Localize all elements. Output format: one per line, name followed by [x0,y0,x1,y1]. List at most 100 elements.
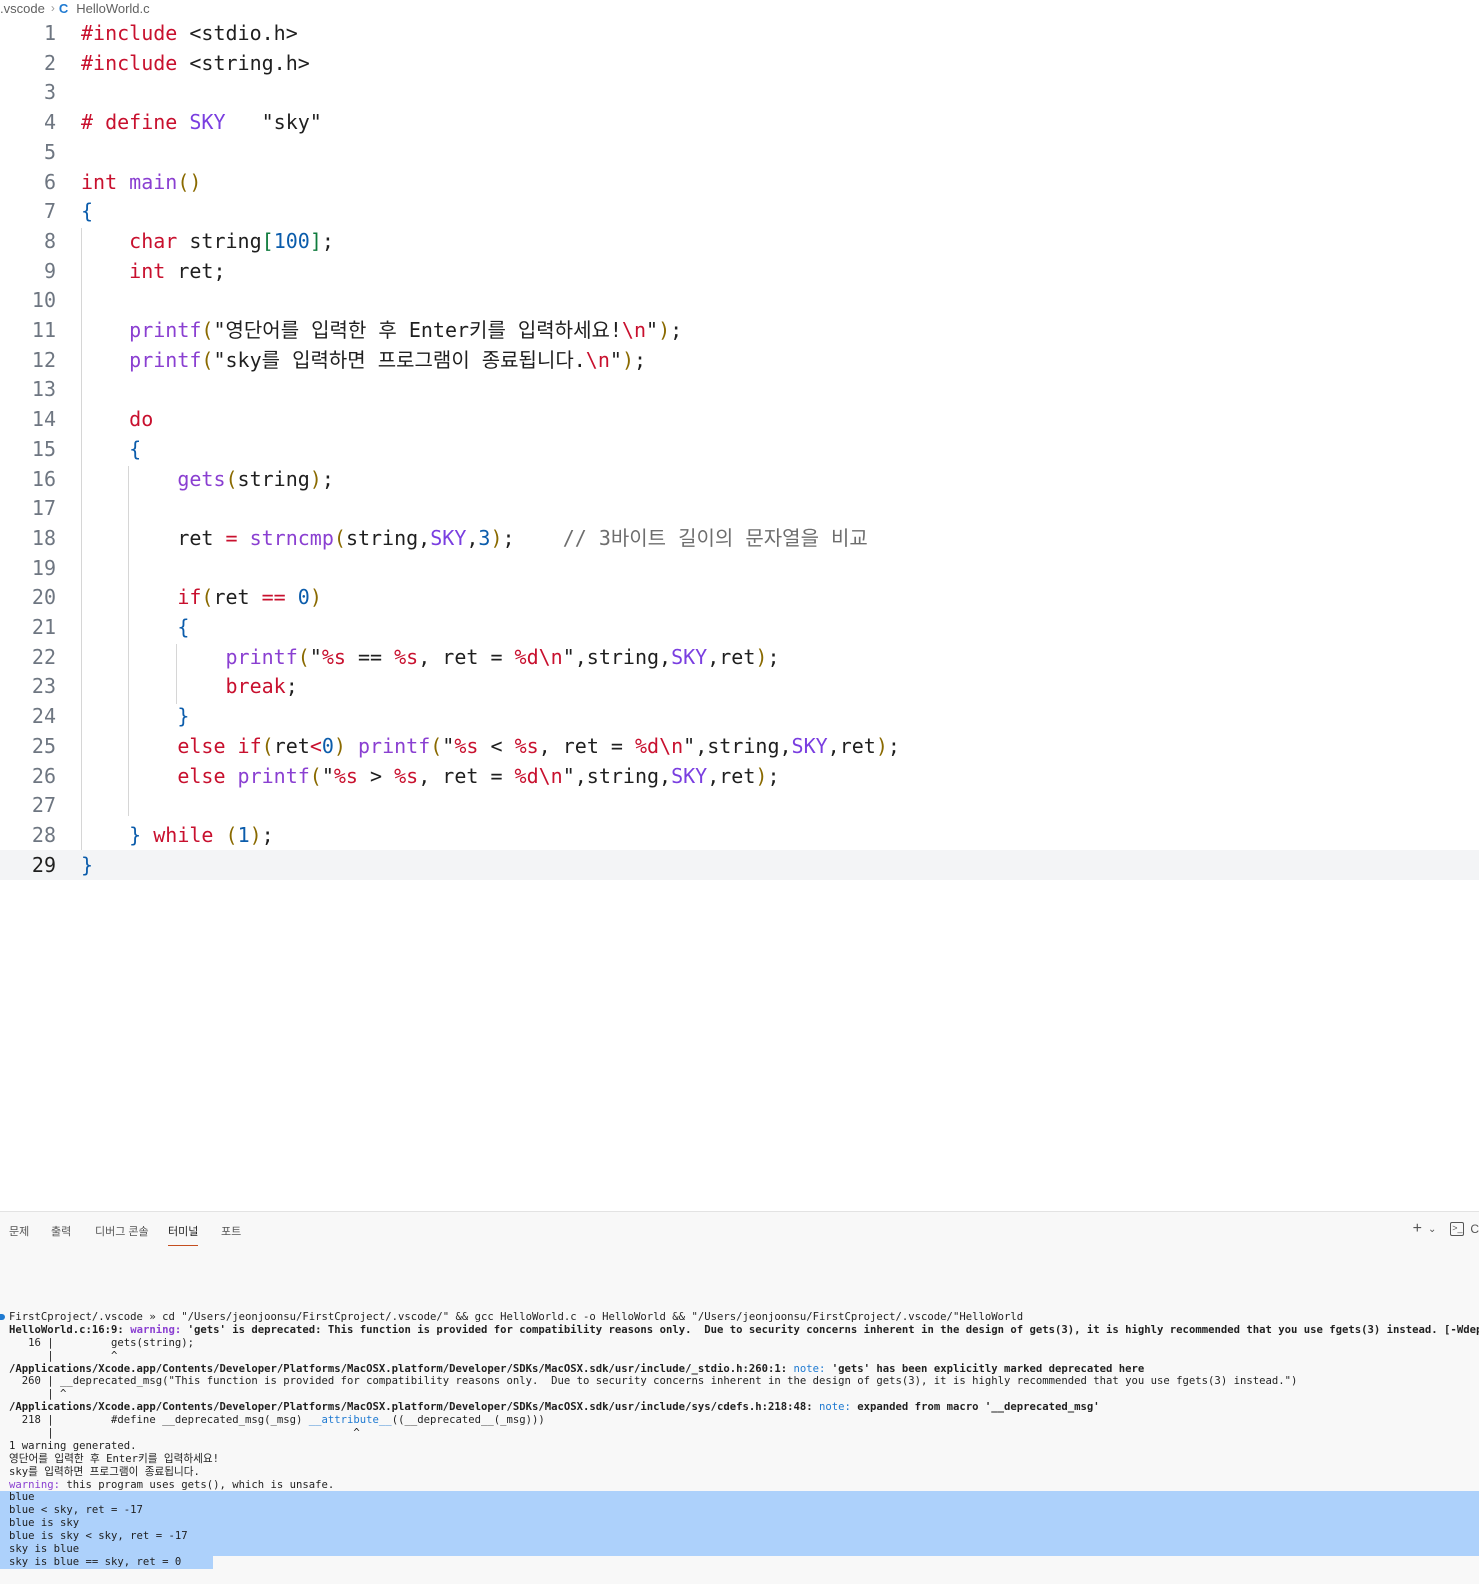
code-text: printf("%s == %s, ret = %d\n",string,SKY… [225,644,780,669]
line-number: 2 [43,50,56,75]
line-number: 26 [31,763,56,788]
terminal-line: /Applications/Xcode.app/Contents/Develop… [9,1362,1145,1375]
terminal-line: sky is blue == sky, ret = 0 [0,1555,1479,1569]
code-line[interactable]: 5 [0,137,1479,167]
code-text: { [177,615,190,639]
code-line[interactable]: 22 printf("%s == %s, ret = %d\n",string,… [0,642,1479,672]
line-number: 12 [31,347,56,372]
code-line[interactable]: 25 else if(ret<0) printf("%s < %s, ret =… [0,731,1479,761]
chevron-right-icon: › [50,1,55,15]
code-line[interactable]: 16 gets(string); [0,464,1479,494]
tab-debug-console[interactable]: 디버그 콘솔 [95,1223,149,1239]
code-text: #include <string.h> [81,50,310,75]
code-line[interactable]: 19 [0,553,1479,583]
code-line[interactable]: 29} [0,849,1479,880]
code-text: printf("영단어를 입력한 후 Enter키를 입력하세요!\n"); [129,318,683,342]
code-line[interactable]: 2 #include <string.h> [0,48,1479,78]
tab-problems[interactable]: 문제 [9,1223,29,1239]
tab-output[interactable]: 출력 [51,1223,71,1239]
code-line[interactable]: 6 int main() [0,167,1479,197]
terminal-icon[interactable]: >_ [1450,1222,1465,1236]
breadcrumb-folder[interactable]: .vscode [0,1,45,16]
code-text: else printf("%s > %s, ret = %d\n",string… [177,763,780,788]
code-text: { [129,436,142,461]
code-line[interactable]: 20 if(ret == 0) [0,582,1479,612]
code-line[interactable]: 17 [0,493,1479,523]
line-number: 6 [43,169,56,194]
code-text: #include <stdio.h> [81,21,298,45]
code-line[interactable]: 23 break; [0,671,1479,701]
terminal-line: 1 warning generated. [9,1439,137,1452]
breadcrumb-file[interactable]: HelloWorld.c [76,1,149,16]
tab-terminal[interactable]: 터미널 [168,1223,199,1246]
chevron-down-icon[interactable]: ⌄ [1428,1224,1436,1235]
terminal-line: 영단어를 입력한 후 Enter키를 입력하세요! [9,1452,219,1465]
code-line[interactable]: 10 [0,285,1479,315]
line-number: 1 [43,21,56,45]
code-line[interactable]: 18 ret = strncmp(string,SKY,3); // 3바이트 … [0,523,1479,553]
code-line[interactable]: 7{ [0,196,1479,226]
terminal-line: 16 | gets(string); [9,1336,194,1349]
code-editor[interactable]: 1 #include <stdio.h> 2 #include <string.h> 3… [0,18,1479,1210]
line-number: 18 [31,525,56,550]
terminal-output[interactable]: FirstCproject/.vscode » cd "/Users/jeonj… [0,1311,1479,1584]
terminal-line: | ^ [9,1349,118,1362]
code-line[interactable]: 27 [0,790,1479,820]
code-line[interactable]: 13 [0,374,1479,404]
breadcrumb: .vscode › C HelloWorld.c [0,0,1479,16]
code-text: printf("sky를 입력하면 프로그램이 종료됩니다.\n"); [129,347,647,372]
panel-actions: + ⌄ >_ C [1413,1220,1479,1238]
line-number: 20 [31,585,56,610]
code-line[interactable]: 8 char string[100]; [0,226,1479,256]
code-line[interactable]: 14 do [0,404,1479,434]
line-number: 22 [31,644,56,669]
terminal-line: blue is sky [0,1517,1479,1531]
bottom-panel: 문제 출력 디버그 콘솔 터미널 포트 + ⌄ >_ C FirstCproje… [0,1211,1479,1584]
terminal-line: HelloWorld.c:16:9: warning: 'gets' is de… [9,1323,1479,1336]
terminal-line: blue < sky, ret = -17 [0,1504,1479,1518]
terminal-line: warning: this program uses gets(), which… [9,1478,335,1491]
c-file-icon: C [58,0,69,16]
code-text: gets(string); [177,466,334,491]
tab-ports[interactable]: 포트 [221,1223,241,1239]
line-number: 19 [31,555,56,580]
terminal-line: | ^ [9,1388,67,1401]
code-line[interactable]: 12 printf("sky를 입력하면 프로그램이 종료됩니다.\n"); [0,345,1479,375]
code-text: } [81,852,94,877]
line-number: 16 [31,466,56,491]
terminal-line: | ^ [9,1427,360,1440]
code-line[interactable]: 26 else printf("%s > %s, ret = %d\n",str… [0,761,1479,791]
line-number: 23 [31,674,56,699]
code-text: break; [225,674,298,699]
code-line[interactable]: 1 #include <stdio.h> [0,18,1479,48]
prompt-indicator-icon [0,1314,5,1320]
line-number: 14 [31,407,56,432]
terminal-line: sky를 입력하면 프로그램이 종료됩니다. [9,1465,200,1478]
terminal-line: FirstCproject/.vscode » cd "/Users/jeonj… [0,1311,1479,1324]
line-number: 17 [31,496,56,521]
code-line[interactable]: 28 } while (1); [0,820,1479,850]
code-line[interactable]: 21 { [0,612,1479,642]
code-text: } [177,704,190,729]
line-number: 15 [31,436,56,461]
terminal-line: blue is sky < sky, ret = -17 [0,1530,1479,1544]
terminal-line: blue [0,1491,1479,1505]
code-text: do [129,407,154,432]
code-text: int main() [81,169,202,194]
code-line[interactable]: 11 printf("영단어를 입력한 후 Enter키를 입력하세요!\n")… [0,315,1479,345]
terminal-name[interactable]: C [1470,1222,1479,1236]
code-line[interactable]: 24 } [0,701,1479,731]
code-text: { [81,199,94,224]
code-line[interactable]: 9 int ret; [0,256,1479,286]
line-number: 10 [31,288,56,313]
code-text: # define SKY "sky" [81,110,322,135]
code-line[interactable]: 4 # define SKY "sky" [0,107,1479,137]
code-text: ret = strncmp(string,SKY,3); // 3바이트 길이의… [81,525,868,550]
line-number: 8 [43,228,56,253]
code-line[interactable]: 3 [0,77,1479,107]
terminal-line: 218 | #define __deprecated_msg(_msg) __a… [9,1414,545,1427]
line-number: 25 [31,733,56,758]
add-terminal-icon[interactable]: + [1413,1220,1422,1238]
line-number: 28 [31,822,56,847]
code-line[interactable]: 15 { [0,434,1479,464]
